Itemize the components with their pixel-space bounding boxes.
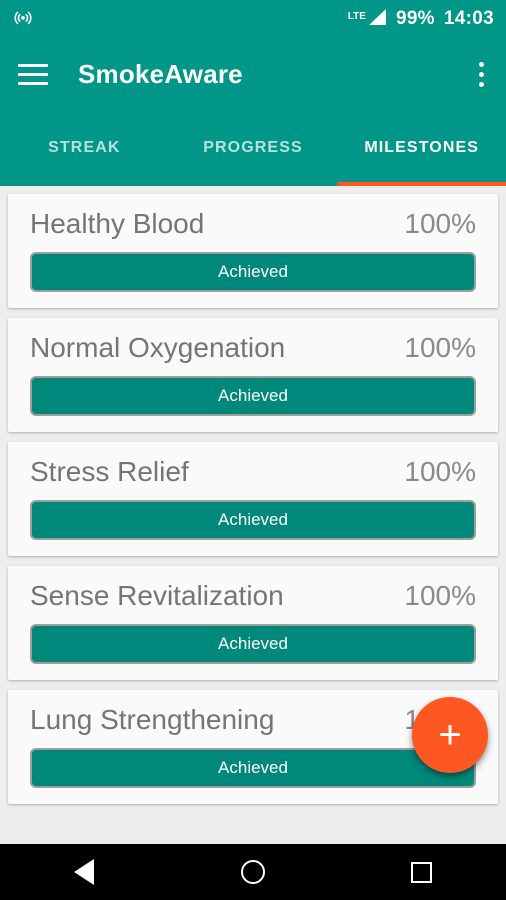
- milestone-status-label: Achieved: [218, 634, 288, 653]
- nav-back-button[interactable]: [54, 844, 114, 900]
- hamburger-line: [18, 63, 48, 67]
- add-fab-button[interactable]: +: [412, 697, 488, 773]
- milestone-progress-bar[interactable]: Achieved: [30, 376, 476, 416]
- hamburger-menu-icon[interactable]: [18, 63, 48, 85]
- milestone-title: Normal Oxygenation: [30, 332, 286, 363]
- milestone-percent: 100%: [404, 208, 476, 239]
- milestone-title: Lung Strengthening: [30, 704, 275, 735]
- nav-home-button[interactable]: [223, 844, 283, 900]
- overflow-dot: [479, 61, 484, 67]
- milestone-title: Healthy Blood: [30, 208, 205, 239]
- milestone-percent: 100%: [404, 332, 476, 363]
- home-icon: [240, 860, 265, 884]
- status-bar: LTE 99% 14:03: [0, 0, 506, 38]
- overflow-dot: [479, 81, 484, 87]
- milestone-header: Stress Relief 100%: [30, 456, 476, 488]
- clock-label: 14:03: [443, 8, 494, 29]
- cast-hotspot-icon: [12, 6, 34, 33]
- milestone-title: Stress Relief: [30, 456, 189, 487]
- plus-icon: +: [438, 713, 462, 757]
- milestone-card[interactable]: Sense Revitalization 100% Achieved: [8, 566, 498, 680]
- hamburger-line: [18, 72, 48, 76]
- back-icon: [74, 859, 95, 885]
- app-title: SmokeAware: [78, 58, 243, 89]
- nav-recents-button[interactable]: [392, 844, 452, 900]
- milestone-progress-bar[interactable]: Achieved: [30, 252, 476, 292]
- network-type-label: LTE: [347, 10, 366, 22]
- signal-indicator: LTE: [348, 8, 387, 31]
- milestone-card[interactable]: Healthy Blood 100% Achieved: [8, 194, 498, 308]
- tab-streak[interactable]: STREAK: [0, 110, 169, 186]
- milestone-header: Sense Revitalization 100%: [30, 580, 476, 612]
- milestone-progress-bar[interactable]: Achieved: [30, 624, 476, 664]
- milestone-title: Sense Revitalization: [30, 580, 284, 611]
- battery-percent-label: 99%: [395, 8, 435, 29]
- milestone-status-label: Achieved: [218, 262, 288, 281]
- app-bar: SmokeAware: [0, 38, 506, 110]
- hamburger-line: [18, 81, 48, 85]
- overflow-dot: [479, 71, 484, 77]
- recents-icon: [411, 861, 433, 883]
- milestone-percent: 100%: [404, 456, 476, 487]
- milestone-progress-bar[interactable]: Achieved: [30, 748, 476, 788]
- status-bar-left: [12, 6, 34, 33]
- milestone-card[interactable]: Normal Oxygenation 100% Achieved: [8, 318, 498, 432]
- milestone-percent: 100%: [404, 580, 476, 611]
- signal-triangle-icon: [367, 8, 387, 31]
- milestone-status-label: Achieved: [218, 758, 288, 777]
- milestone-header: Lung Strengthening 100%: [30, 704, 476, 736]
- overflow-menu-icon[interactable]: [475, 58, 488, 91]
- milestone-status-label: Achieved: [218, 386, 288, 405]
- tab-bar: STREAK PROGRESS MILESTONES: [0, 110, 506, 186]
- milestone-header: Healthy Blood 100%: [30, 208, 476, 240]
- milestone-status-label: Achieved: [218, 510, 288, 529]
- milestone-header: Normal Oxygenation 100%: [30, 332, 476, 364]
- status-bar-right: LTE 99% 14:03: [348, 8, 494, 31]
- android-navigation-bar: [0, 844, 506, 900]
- milestone-card[interactable]: Stress Relief 100% Achieved: [8, 442, 498, 556]
- tab-milestones[interactable]: MILESTONES: [337, 110, 506, 186]
- milestone-progress-bar[interactable]: Achieved: [30, 500, 476, 540]
- milestone-list[interactable]: Healthy Blood 100% Achieved Normal Oxyge…: [0, 186, 506, 900]
- tab-progress[interactable]: PROGRESS: [169, 110, 338, 186]
